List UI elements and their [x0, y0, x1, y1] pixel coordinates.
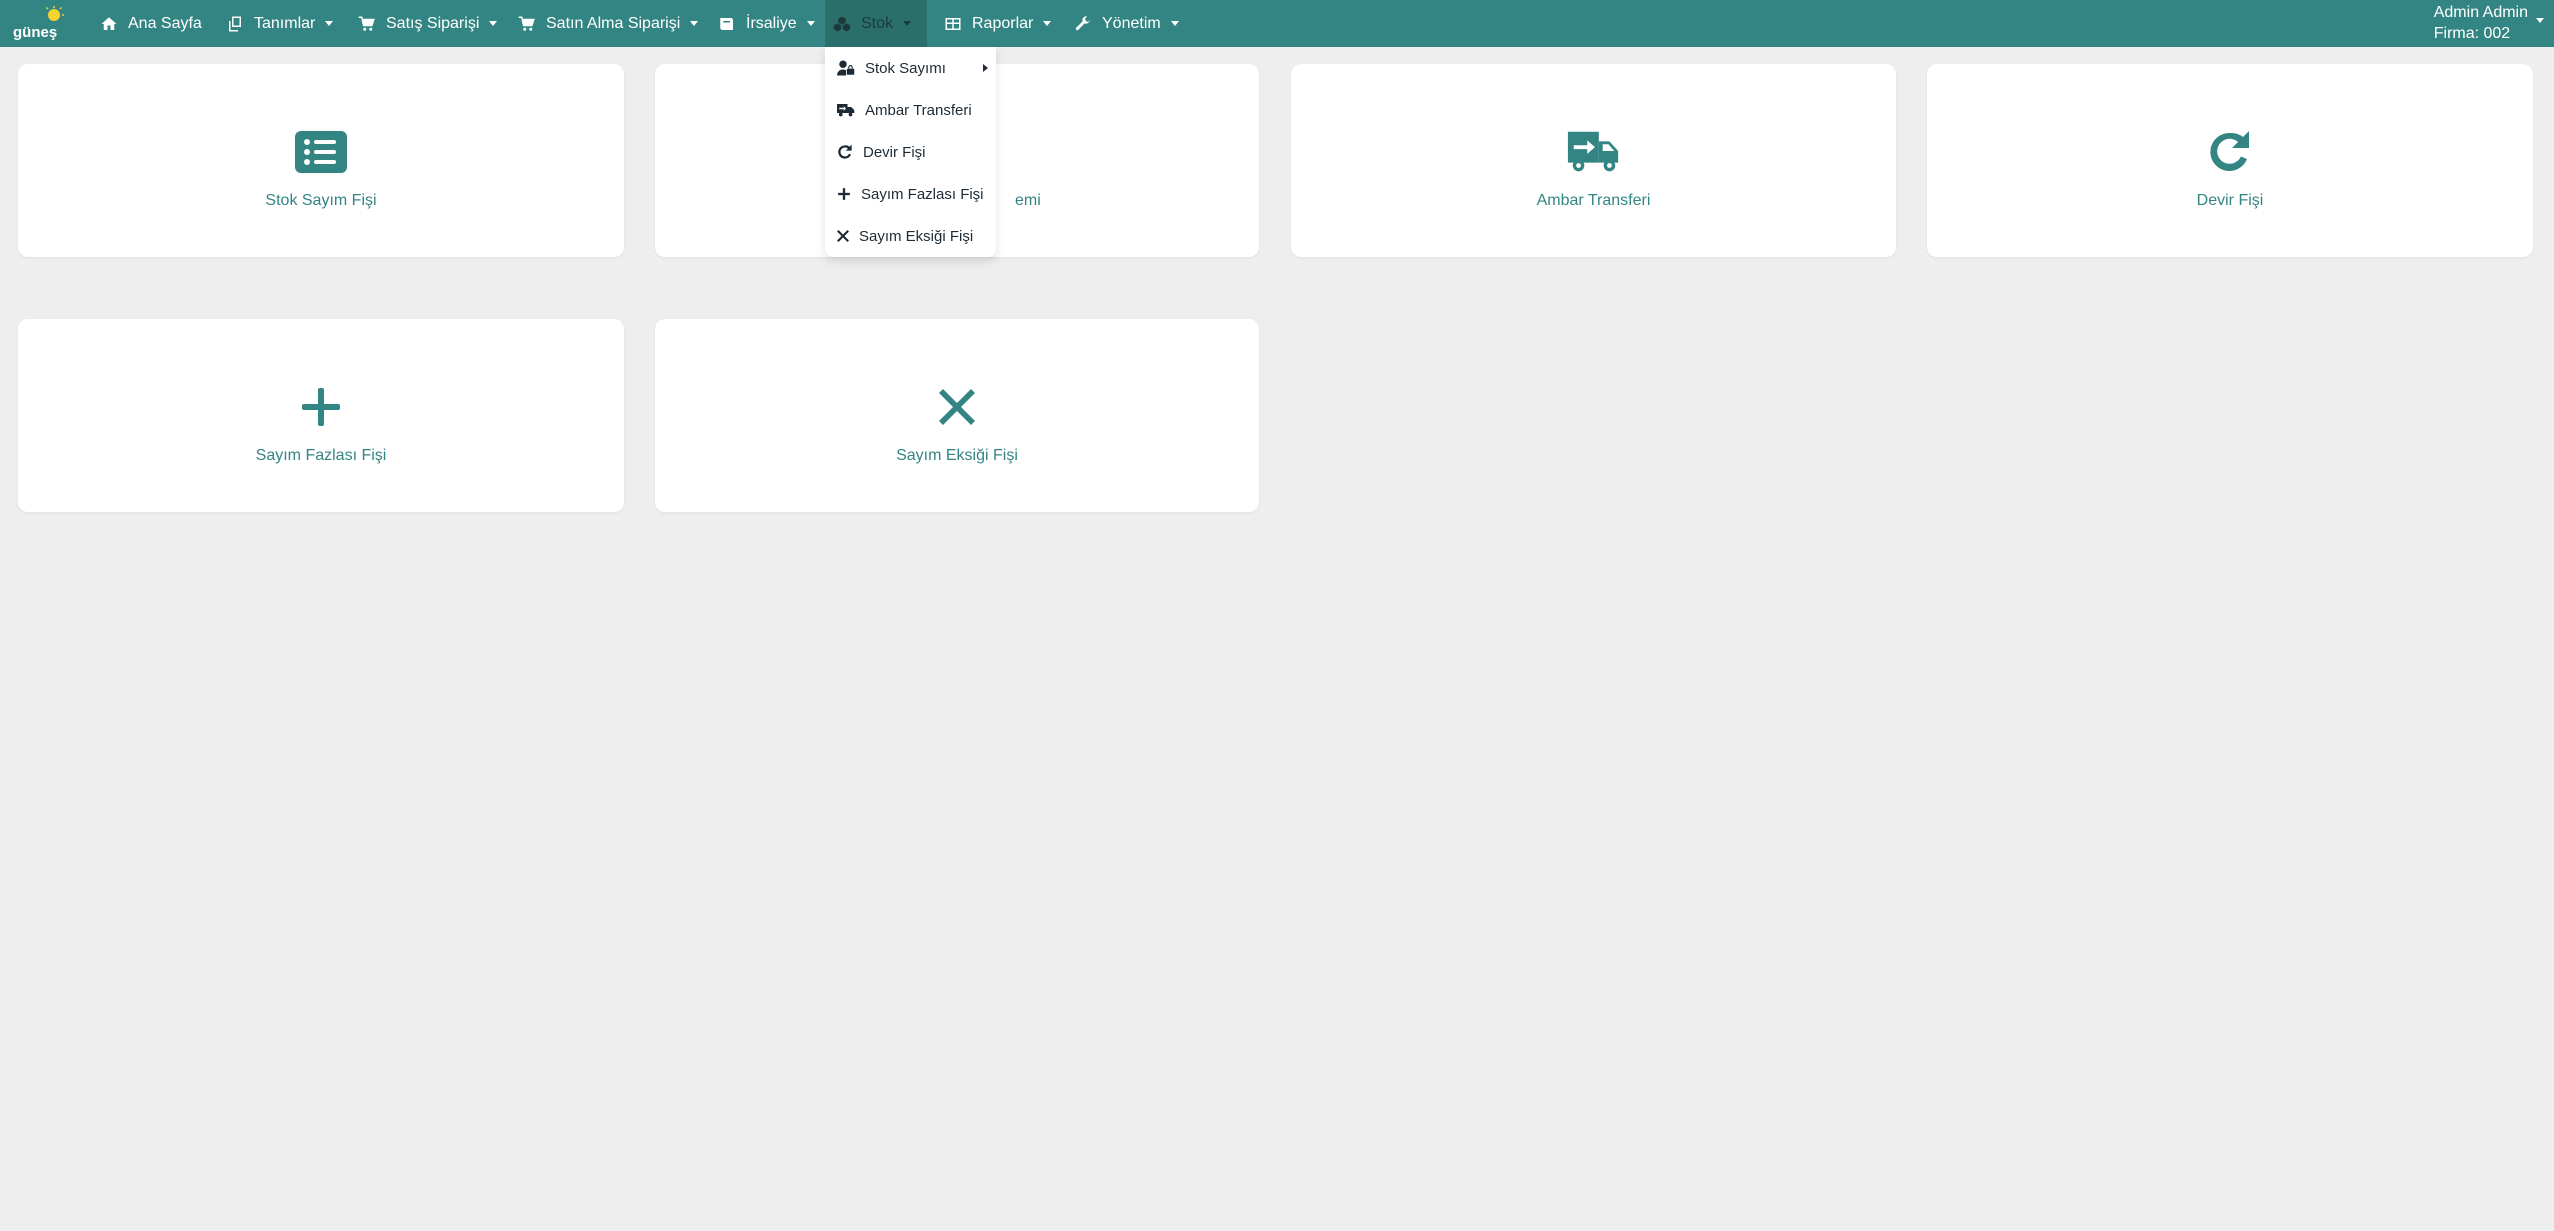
menu-item-stok-sayimi[interactable]: Stok Sayımı: [825, 47, 996, 89]
caret-down-icon: [690, 21, 699, 26]
caret-down-icon: [806, 21, 815, 26]
nav-tanimlar[interactable]: Tanımlar: [218, 0, 341, 47]
card-label: Devir Fişi: [2196, 192, 2264, 209]
menu-item-sayim-fazlasi-fisi[interactable]: Sayım Fazlası Fişi: [825, 173, 996, 215]
menu-item-sayim-eksigi-fisi[interactable]: Sayım Eksiği Fişi: [825, 215, 996, 257]
cart-icon: [358, 16, 375, 31]
caret-down-icon: [903, 21, 912, 26]
user-company: Firma: 002: [2433, 25, 2511, 42]
close-icon: [929, 383, 985, 431]
table-icon: [945, 17, 961, 30]
gunes-logo[interactable]: güneş: [12, 5, 70, 41]
book-icon: [720, 17, 733, 30]
nav-satin-alma-siparisi[interactable]: Satın Alma Siparişi: [510, 0, 706, 47]
nav-stok[interactable]: Stok: [825, 0, 927, 47]
cart-icon: [518, 16, 535, 31]
plus-icon: [293, 383, 349, 431]
caret-down-icon: [1170, 21, 1179, 26]
nav-irsaliye[interactable]: İrsaliye: [710, 0, 823, 47]
user-name: Admin Admin: [2433, 4, 2528, 21]
card-stok-sayim-fisi[interactable]: Stok Sayım Fişi: [18, 64, 624, 257]
card-devir-fisi[interactable]: Devir Fişi: [1927, 64, 2533, 257]
menu-item-label: Devir Fişi: [863, 143, 926, 161]
cubes-icon: [833, 16, 851, 31]
nav-satis-siparisi[interactable]: Satış Siparişi: [350, 0, 505, 47]
menu-item-label: Sayım Fazlası Fişi: [861, 185, 984, 203]
nav-label: Raporlar: [972, 14, 1034, 32]
rotate-icon: [838, 144, 852, 159]
nav-label: Satın Alma Siparişi: [546, 14, 681, 32]
caret-down-icon: [489, 21, 498, 26]
card-label: Sayım Eksiği Fişi: [896, 447, 1018, 464]
list-icon: [293, 128, 349, 176]
menu-item-label: Stok Sayımı: [865, 59, 946, 77]
svg-text:güneş: güneş: [13, 24, 57, 41]
card-label: Stok Sayım Fişi: [265, 192, 377, 209]
menu-item-devir-fisi[interactable]: Devir Fişi: [825, 131, 996, 173]
card-sayim-fazlasi-fisi[interactable]: Sayım Fazlası Fişi: [18, 319, 624, 512]
nav-label: İrsaliye: [746, 14, 797, 32]
truck-arrow-icon: [1566, 128, 1622, 176]
menu-item-label: Ambar Transferi: [865, 101, 972, 119]
nav-label: Satış Siparişi: [386, 14, 480, 32]
card-label: Ambar Transferi: [1536, 192, 1651, 209]
stok-dropdown-menu: Stok Sayımı Ambar Transferi Devir Fişi S…: [825, 47, 996, 257]
nav-raporlar[interactable]: Raporlar: [936, 0, 1059, 47]
wrench-icon: [1075, 15, 1090, 30]
nav-ana-sayfa[interactable]: Ana Sayfa: [92, 0, 210, 47]
copy-icon: [229, 16, 241, 31]
chevron-right-icon: [983, 64, 988, 72]
nav-label: Yönetim: [1102, 14, 1161, 32]
close-icon: [837, 230, 849, 242]
card-label: Sayım Fazlası Fişi: [255, 447, 387, 464]
truck-icon: [837, 104, 855, 117]
nav-label: Tanımlar: [254, 14, 316, 32]
nav-yonetim[interactable]: Yönetim: [1066, 0, 1187, 47]
top-navbar: güneş Ana Sayfa Tanımlar Satış Siparişi …: [0, 0, 2554, 47]
nav-label: Stok: [861, 14, 894, 32]
user-caret-down-icon[interactable]: [2536, 18, 2544, 23]
card-ambar-transferi[interactable]: Ambar Transferi: [1291, 64, 1896, 257]
card-label: emi: [1015, 192, 1041, 209]
home-icon: [101, 16, 117, 30]
user-lock-icon: [837, 60, 855, 76]
nav-label: Ana Sayfa: [128, 14, 202, 32]
user-menu[interactable]: Admin Admin Firma: 002: [2434, 2, 2528, 44]
menu-item-label: Sayım Eksiği Fişi: [859, 227, 974, 245]
caret-down-icon: [1043, 21, 1052, 26]
card-sayim-eksigi-fisi[interactable]: Sayım Eksiği Fişi: [655, 319, 1259, 512]
rotate-icon: [2202, 128, 2258, 176]
plus-icon: [838, 188, 850, 200]
caret-down-icon: [325, 21, 334, 26]
menu-item-ambar-transferi[interactable]: Ambar Transferi: [825, 89, 996, 131]
